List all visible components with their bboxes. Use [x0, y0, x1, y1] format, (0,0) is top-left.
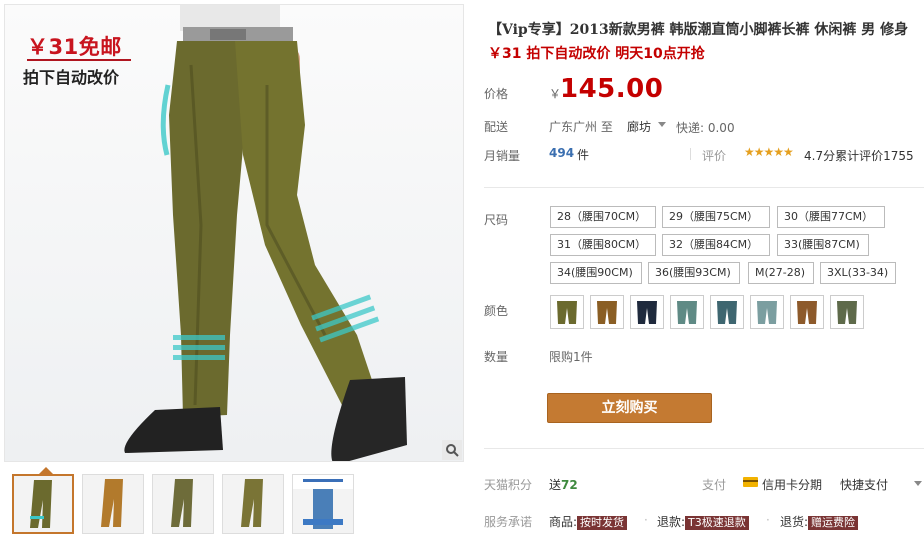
rating-label: 评价 — [702, 149, 727, 163]
promo-subtitle: 拍下自动改价 — [23, 68, 120, 87]
color-swatch[interactable] — [550, 295, 584, 329]
credit-card-icon — [743, 477, 758, 487]
section-divider — [484, 187, 924, 188]
size-label: 尺码 — [484, 213, 509, 227]
rating-stars-icon: ★★★★★ — [744, 145, 794, 159]
product-page: ￥31免邮 拍下自动改价 【Vip专享】2013新款男裤 韩版潮直筒小脚裤长裤 … — [0, 0, 924, 536]
main-product-image[interactable]: ￥31免邮 拍下自动改价 — [4, 4, 464, 462]
price-value: 145.00 — [560, 74, 664, 104]
buy-now-button[interactable]: 立刻购买 — [547, 393, 712, 423]
service-tag: T3极速退款 — [685, 516, 749, 530]
quick-pay-link[interactable]: 快捷支付 — [840, 476, 888, 493]
divider — [690, 148, 691, 160]
color-swatch[interactable] — [750, 295, 784, 329]
quantity-label: 数量 — [484, 350, 509, 364]
color-swatch[interactable] — [790, 295, 824, 329]
section-divider — [484, 448, 924, 449]
price-label: 价格 — [484, 87, 509, 101]
thumbnail-2[interactable] — [82, 474, 144, 534]
thumbnail-3[interactable] — [152, 474, 214, 534]
product-info-panel: 【Vip专享】2013新款男裤 韩版潮直筒小脚裤长裤 休闲裤 男 修身 ￥31 … — [484, 0, 924, 536]
shipping-destination-select[interactable]: 廊坊 — [627, 118, 651, 135]
size-option[interactable]: 31（腰围80CM） — [550, 234, 656, 256]
color-swatch[interactable] — [710, 295, 744, 329]
tmall-points-label: 天猫积分 — [484, 478, 533, 492]
size-option[interactable]: M(27-28) — [748, 262, 814, 284]
color-label: 颜色 — [484, 304, 509, 318]
points-value: 72 — [561, 478, 578, 492]
chevron-down-icon[interactable] — [914, 481, 922, 486]
service-tag: 按时发货 — [577, 516, 628, 530]
promo-price: ￥31免邮 — [27, 35, 122, 59]
product-title: 【Vip专享】2013新款男裤 韩版潮直筒小脚裤长裤 休闲裤 男 修身 — [488, 22, 909, 38]
service-prefix: 商品: — [549, 515, 578, 529]
service-item-return[interactable]: 退货: 赠运费险 — [780, 513, 859, 530]
service-prefix: 退款: — [657, 515, 686, 529]
service-tag: 赠运费险 — [808, 516, 859, 530]
service-item-refund[interactable]: 退款: T3极速退款 — [657, 513, 749, 530]
thumb-selected-indicator — [39, 467, 53, 474]
thumbnail-5[interactable] — [292, 474, 354, 534]
color-swatch[interactable] — [590, 295, 624, 329]
size-option[interactable]: 33(腰围87CM) — [777, 234, 869, 256]
monthly-sales-unit: 件 — [577, 148, 590, 162]
color-swatch[interactable] — [630, 295, 664, 329]
size-option[interactable]: 28（腰围70CM） — [550, 206, 656, 228]
monthly-sales-label: 月销量 — [484, 149, 521, 163]
thumbnail-strip — [12, 474, 362, 534]
size-option[interactable]: 3XL(33-34) — [820, 262, 896, 284]
service-prefix: 退货: — [780, 515, 809, 529]
shipping-from: 广东广州 至 — [549, 120, 613, 134]
thumbnail-1[interactable] — [12, 474, 74, 534]
color-swatch[interactable] — [830, 295, 864, 329]
chevron-down-icon[interactable] — [658, 122, 666, 127]
thumbnail-4[interactable] — [222, 474, 284, 534]
promo-underline — [27, 59, 131, 61]
size-option[interactable]: 30（腰围77CM） — [777, 206, 885, 228]
size-option[interactable]: 32（腰围84CM） — [662, 234, 770, 256]
monthly-sales-count: 494 — [549, 146, 575, 160]
tmall-points: 送72 — [549, 476, 578, 493]
credit-card-installment-link[interactable]: 信用卡分期 — [762, 476, 822, 493]
size-option[interactable]: 29（腰围75CM） — [662, 206, 770, 228]
shipping-label: 配送 — [484, 120, 509, 134]
size-option[interactable]: 36(腰围93CM) — [648, 262, 740, 284]
payment-label: 支付 — [702, 478, 727, 492]
express-fee: 快递: 0.00 — [676, 121, 735, 135]
rating-score-link[interactable]: 4.7分累计评价1755 — [804, 147, 914, 164]
service-item-shipping[interactable]: 商品: 按时发货 — [549, 513, 628, 530]
zoom-icon[interactable] — [442, 440, 462, 460]
separator-dot: · — [766, 513, 770, 527]
points-prefix: 送 — [549, 478, 562, 492]
color-swatch[interactable] — [670, 295, 704, 329]
purchase-limit: 限购1件 — [549, 350, 593, 364]
product-subtitle: ￥31 拍下自动改价 明天10点开抢 — [488, 46, 705, 62]
separator-dot: · — [644, 513, 648, 527]
service-promise-label: 服务承诺 — [484, 515, 533, 529]
size-option[interactable]: 34(腰围90CM) — [550, 262, 642, 284]
